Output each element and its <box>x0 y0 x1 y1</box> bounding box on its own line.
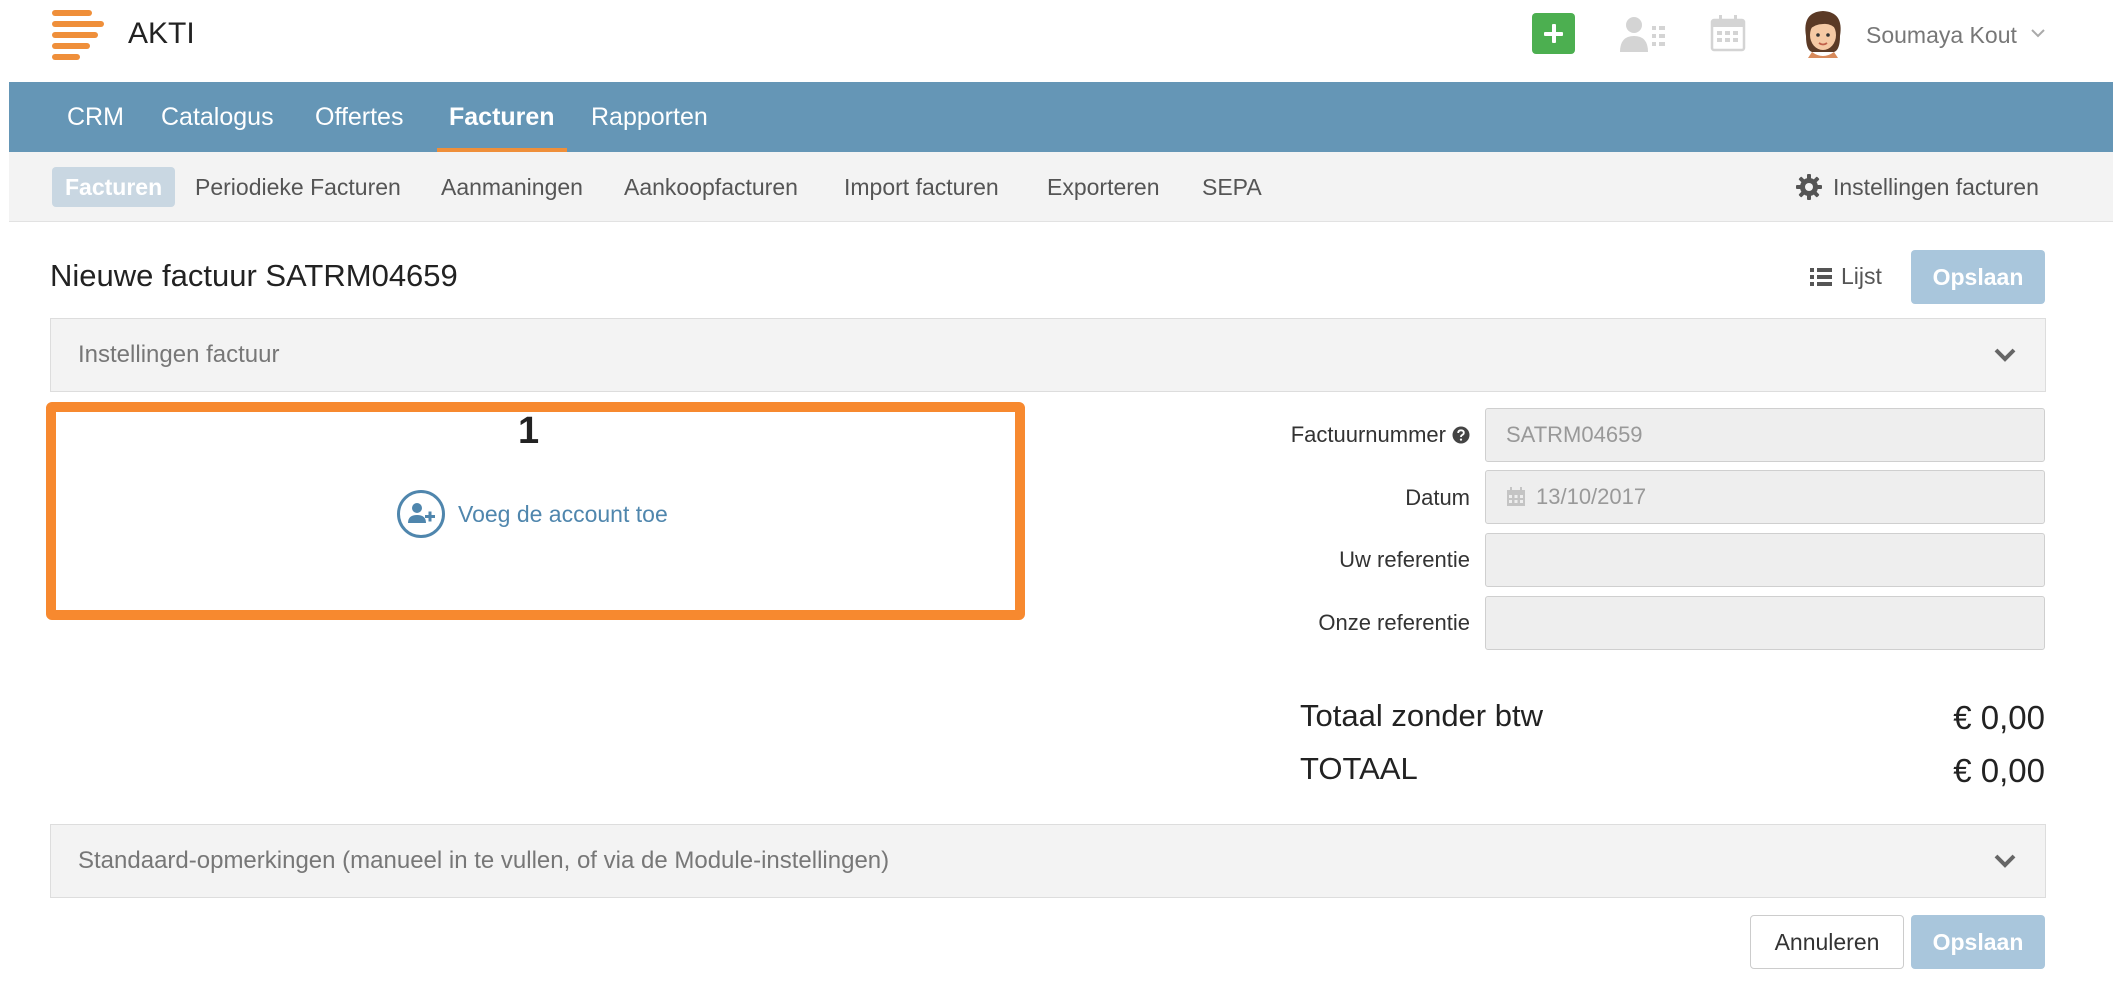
gear-icon <box>1796 174 1822 200</box>
chevron-down-icon[interactable] <box>1993 851 2017 871</box>
your-reference-field[interactable] <box>1485 533 2045 587</box>
list-icon <box>1810 267 1832 286</box>
nav-tab-rapporten[interactable]: Rapporten <box>591 82 708 152</box>
subnav-aanmaningen[interactable]: Aanmaningen <box>441 152 583 222</box>
sub-navigation: Facturen Periodieke Facturen Aanmaningen… <box>9 152 2113 222</box>
invoice-settings-panel[interactable]: Instellingen factuur <box>50 318 2046 392</box>
list-view-button[interactable]: Lijst <box>1810 263 1882 290</box>
user-avatar[interactable] <box>1798 6 1848 58</box>
subnav-aankoopfacturen[interactable]: Aankoopfacturen <box>624 152 798 222</box>
standard-remarks-panel[interactable]: Standaard-opmerkingen (manueel in te vul… <box>50 824 2046 898</box>
our-reference-field[interactable] <box>1485 596 2045 650</box>
invoice-settings-label: Instellingen facturen <box>1833 173 2039 200</box>
nav-tab-offertes[interactable]: Offertes <box>315 82 403 152</box>
subnav-exporteren[interactable]: Exporteren <box>1047 152 1160 222</box>
calendar-icon <box>1507 487 1525 506</box>
your-reference-label: Uw referentie <box>1339 547 1470 572</box>
subnav-import-facturen[interactable]: Import facturen <box>844 152 999 222</box>
add-account-label: Voeg de account toe <box>458 500 668 527</box>
subnav-periodieke-facturen[interactable]: Periodieke Facturen <box>195 152 401 222</box>
invoice-settings-panel-label: Instellingen factuur <box>78 341 280 368</box>
date-field[interactable]: 13/10/2017 <box>1485 470 2045 524</box>
add-user-icon <box>397 490 445 538</box>
app-name: AKTI <box>128 17 195 50</box>
invoice-number-label: Factuurnummer <box>1291 421 1470 449</box>
list-view-label: Lijst <box>1841 263 1882 289</box>
save-button-bottom[interactable]: Opslaan <box>1911 915 2045 969</box>
nav-tab-crm[interactable]: CRM <box>67 82 124 152</box>
subnav-facturen[interactable]: Facturen <box>52 167 176 207</box>
quick-add-button[interactable] <box>1532 13 1575 54</box>
nav-tab-catalogus[interactable]: Catalogus <box>161 82 274 152</box>
top-header: AKTI Soumaya Kout <box>0 0 2121 82</box>
add-account-button[interactable]: Voeg de account toe <box>396 489 668 539</box>
calendar-icon[interactable] <box>1710 14 1746 52</box>
total-value: € 0,00 <box>1953 752 2045 789</box>
main-navigation: CRM Catalogus Offertes Facturen Rapporte… <box>9 82 2113 152</box>
cancel-button[interactable]: Annuleren <box>1750 915 1904 969</box>
chevron-down-icon[interactable] <box>2029 24 2047 42</box>
akti-logo-icon[interactable] <box>52 8 108 60</box>
user-name[interactable]: Soumaya Kout <box>1866 21 2017 49</box>
contacts-icon[interactable] <box>1618 14 1666 54</box>
page-title: Nieuwe factuur SATRM04659 <box>50 258 458 293</box>
chevron-down-icon[interactable] <box>1993 345 2017 365</box>
save-button-top[interactable]: Opslaan <box>1911 250 2045 304</box>
date-label: Datum <box>1405 485 1470 510</box>
subnav-sepa[interactable]: SEPA <box>1202 152 1262 222</box>
subtotal-value: € 0,00 <box>1953 699 2045 736</box>
invoice-settings-link[interactable]: Instellingen facturen <box>1795 152 2039 222</box>
help-icon[interactable] <box>1452 426 1470 444</box>
invoice-number-field[interactable]: SATRM04659 <box>1485 408 2045 462</box>
our-reference-label: Onze referentie <box>1318 610 1470 635</box>
standard-remarks-panel-label: Standaard-opmerkingen (manueel in te vul… <box>78 847 890 874</box>
subtotal-label: Totaal zonder btw <box>1300 698 1543 733</box>
nav-tab-facturen[interactable]: Facturen <box>437 82 567 152</box>
step-number-annotation: 1 <box>518 410 540 452</box>
total-label: TOTAAL <box>1300 751 1418 786</box>
